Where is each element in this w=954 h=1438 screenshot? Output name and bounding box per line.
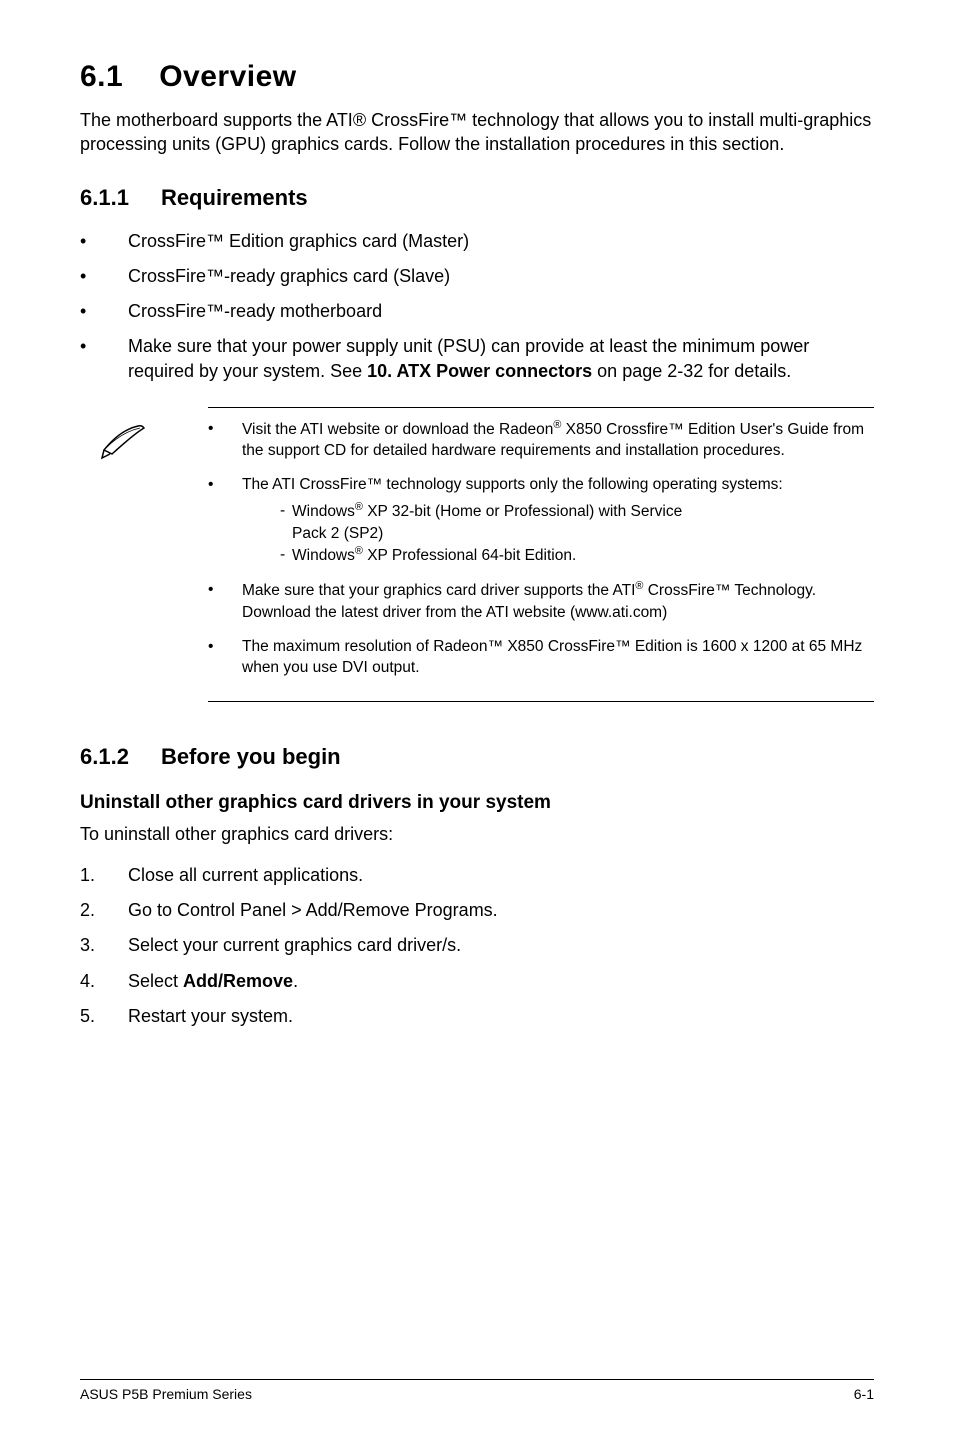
registered-mark: ®: [355, 501, 363, 513]
list-text: Make sure that your power supply unit (P…: [128, 334, 874, 384]
list-text: CrossFire™ Edition graphics card (Master…: [128, 229, 874, 254]
sub-line: Pack 2 (SP2): [280, 523, 874, 545]
lead-text: To uninstall other graphics card drivers…: [80, 824, 874, 845]
step-text: Go to Control Panel > Add/Remove Program…: [128, 898, 874, 923]
text-run: Make sure that your graphics card driver…: [242, 582, 635, 599]
sub-line: - Windows® XP Professional 64-bit Editio…: [280, 544, 874, 567]
list-item: 4.Select Add/Remove.: [80, 969, 874, 994]
text-run: Select: [128, 971, 183, 991]
bullet: •: [208, 474, 242, 567]
paragraph-heading: Uninstall other graphics card drivers in…: [80, 792, 874, 814]
text-run: Windows: [292, 503, 355, 520]
sub-text: Windows® XP 32-bit (Home or Professional…: [292, 500, 874, 523]
subsection-before-you-begin: 6.1.2 Before you begin: [80, 744, 874, 770]
text-run: on page 2-32 for details.: [592, 361, 791, 381]
sub-text: Windows® XP Professional 64-bit Edition.: [292, 544, 874, 567]
page-footer: ASUS P5B Premium Series 6-1: [80, 1379, 874, 1402]
text-run: Visit the ATI website or download the Ra…: [242, 421, 553, 438]
bold-text: Add/Remove: [183, 971, 293, 991]
sub-note: - Windows® XP 32-bit (Home or Profession…: [242, 500, 874, 567]
text-run: Windows: [292, 547, 355, 564]
footer-left: ASUS P5B Premium Series: [80, 1386, 252, 1402]
subsection-title: Requirements: [161, 185, 308, 210]
text-run: .: [293, 971, 298, 991]
steps-list: 1.Close all current applications. 2.Go t…: [80, 863, 874, 1029]
title-text: Overview: [159, 60, 296, 93]
dash: -: [280, 500, 292, 523]
step-text: Select your current graphics card driver…: [128, 933, 874, 958]
bullet: •: [80, 299, 128, 324]
subsection-title: Before you begin: [161, 744, 341, 769]
note-text: Make sure that your graphics card driver…: [242, 579, 874, 624]
step-number: 1.: [80, 863, 128, 888]
list-item: • Make sure that your power supply unit …: [80, 334, 874, 384]
list-text: CrossFire™-ready graphics card (Slave): [128, 264, 874, 289]
step-text: Close all current applications.: [128, 863, 874, 888]
page-title: 6.1 Overview: [80, 60, 874, 94]
title-number: 6.1: [80, 60, 123, 94]
list-item: •CrossFire™-ready graphics card (Slave): [80, 264, 874, 289]
note-item: • Visit the ATI website or download the …: [208, 418, 874, 463]
registered-mark: ®: [355, 545, 363, 557]
note-text: Visit the ATI website or download the Ra…: [242, 418, 874, 463]
horizontal-rule: [208, 701, 874, 702]
bullet: •: [80, 334, 128, 384]
step-number: 2.: [80, 898, 128, 923]
intro-paragraph: The motherboard supports the ATI® CrossF…: [80, 108, 874, 157]
bullet: •: [208, 579, 242, 624]
sub-line: - Windows® XP 32-bit (Home or Profession…: [280, 500, 874, 523]
note-block: • Visit the ATI website or download the …: [80, 407, 874, 703]
note-item: • The ATI CrossFire™ technology supports…: [208, 474, 874, 567]
step-number: 3.: [80, 933, 128, 958]
list-text: CrossFire™-ready motherboard: [128, 299, 874, 324]
page: 6.1 Overview The motherboard supports the…: [0, 0, 954, 1438]
step-number: 5.: [80, 1004, 128, 1029]
bullet: •: [208, 636, 242, 679]
step-text: Restart your system.: [128, 1004, 874, 1029]
list-item: •CrossFire™-ready motherboard: [80, 299, 874, 324]
note-item: • Make sure that your graphics card driv…: [208, 579, 874, 624]
dash: [280, 523, 292, 545]
text-run: XP 32-bit (Home or Professional) with Se…: [363, 503, 682, 520]
text-run: XP Professional 64-bit Edition.: [363, 547, 576, 564]
note-content: • Visit the ATI website or download the …: [160, 418, 874, 692]
bullet: •: [80, 229, 128, 254]
list-item: •CrossFire™ Edition graphics card (Maste…: [80, 229, 874, 254]
step-text: Select Add/Remove.: [128, 969, 874, 994]
list-item: 5.Restart your system.: [80, 1004, 874, 1029]
note-item: • The maximum resolution of Radeon™ X850…: [208, 636, 874, 679]
bold-text: 10. ATX Power connectors: [367, 361, 592, 381]
text-run: The ATI CrossFire™ technology supports o…: [242, 476, 783, 493]
dash: -: [280, 544, 292, 567]
footer-right: 6-1: [854, 1386, 874, 1402]
note-body: • Visit the ATI website or download the …: [100, 418, 874, 692]
bullet: •: [208, 418, 242, 463]
step-number: 4.: [80, 969, 128, 994]
list-item: 1.Close all current applications.: [80, 863, 874, 888]
note-text: The maximum resolution of Radeon™ X850 C…: [242, 636, 874, 679]
list-item: 2.Go to Control Panel > Add/Remove Progr…: [80, 898, 874, 923]
horizontal-rule: [208, 407, 874, 408]
subsection-number: 6.1.2: [80, 744, 129, 770]
requirements-list: •CrossFire™ Edition graphics card (Maste…: [80, 229, 874, 385]
subsection-requirements: 6.1.1 Requirements: [80, 185, 874, 211]
note-text: The ATI CrossFire™ technology supports o…: [242, 474, 874, 567]
bullet: •: [80, 264, 128, 289]
subsection-number: 6.1.1: [80, 185, 129, 211]
pencil-icon: [100, 418, 160, 467]
sub-text: Pack 2 (SP2): [292, 523, 874, 545]
list-item: 3.Select your current graphics card driv…: [80, 933, 874, 958]
